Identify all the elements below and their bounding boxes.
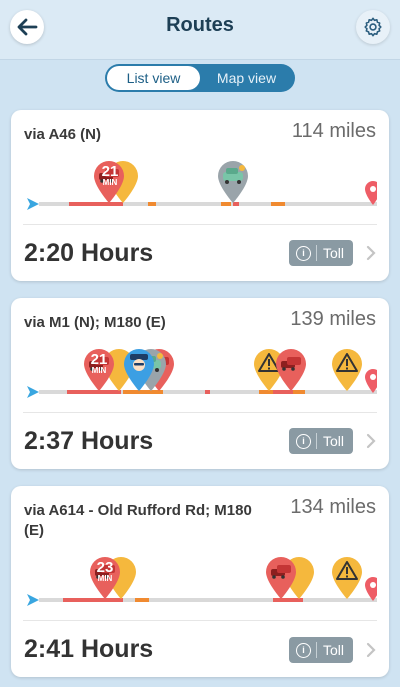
delay-badge: 21 MIN xyxy=(82,352,116,375)
chevron-right-icon xyxy=(363,244,379,262)
route-card-3[interactable]: via A614 - Old Rufford Rd; M180 (E) 134 … xyxy=(11,486,389,677)
route-card-2[interactable]: via M1 (N); M180 (E) 139 miles 21 MIN 2:… xyxy=(11,298,389,469)
route-via: via A46 (N) xyxy=(24,126,101,143)
destination-marker xyxy=(365,181,377,205)
route-distance: 139 miles xyxy=(290,308,376,330)
divider xyxy=(23,412,377,413)
toll-separator xyxy=(316,245,317,261)
start-marker xyxy=(27,198,39,210)
toll-separator xyxy=(316,433,317,449)
delay-value: 23 xyxy=(96,559,114,576)
traffic-jam-pin xyxy=(266,557,296,599)
destination-marker xyxy=(365,369,377,393)
hazard-pin xyxy=(331,556,363,600)
header-bar: Routes xyxy=(0,0,400,60)
route-via: via A614 - Old Rufford Rd; M180 (E) xyxy=(24,502,252,539)
divider xyxy=(23,224,377,225)
route-timeline xyxy=(27,348,377,398)
gear-icon xyxy=(364,17,382,37)
delay-unit: MIN xyxy=(102,178,118,187)
toll-label: Toll xyxy=(323,433,345,449)
info-icon: i xyxy=(296,433,311,449)
info-icon: i xyxy=(296,642,311,658)
toll-label: Toll xyxy=(323,642,345,658)
start-marker xyxy=(27,386,39,398)
traffic-jam-pin xyxy=(276,349,306,391)
map-view-tab[interactable]: Map view xyxy=(200,66,293,90)
delay-value: 21 xyxy=(90,351,108,368)
toll-badge: i Toll xyxy=(289,637,353,663)
info-icon: i xyxy=(296,245,311,261)
delay-unit: MIN xyxy=(97,574,113,583)
toll-badge: i Toll xyxy=(289,240,353,266)
route-distance: 114 miles xyxy=(291,120,376,142)
route-card-1[interactable]: via A46 (N) 114 miles 21 MIN 2:20 Hours … xyxy=(11,110,389,281)
route-duration: 2:41 Hours xyxy=(24,635,154,663)
chevron-right-icon xyxy=(363,641,379,659)
view-toggle: List view Map view xyxy=(105,64,295,92)
divider xyxy=(23,620,377,621)
settings-button[interactable] xyxy=(356,10,390,44)
chevron-right-icon xyxy=(363,432,379,450)
toll-label: Toll xyxy=(323,245,345,261)
delay-badge: 23 MIN xyxy=(88,560,122,583)
delay-unit: MIN xyxy=(91,366,107,375)
route-timeline xyxy=(27,556,377,606)
delay-badge: 21 MIN xyxy=(93,164,127,187)
stopped-car-pin xyxy=(218,161,248,203)
list-view-tab[interactable]: List view xyxy=(107,66,200,90)
route-via: via M1 (N); M180 (E) xyxy=(24,314,166,331)
toll-badge: i Toll xyxy=(289,428,353,454)
page-title: Routes xyxy=(166,14,234,36)
destination-marker xyxy=(365,577,377,601)
route-duration: 2:37 Hours xyxy=(24,427,154,455)
delay-value: 21 xyxy=(101,163,119,180)
hazard-pin xyxy=(331,348,363,392)
toll-separator xyxy=(316,642,317,658)
route-duration: 2:20 Hours xyxy=(24,239,154,267)
start-marker xyxy=(27,594,39,606)
route-timeline xyxy=(27,161,377,210)
route-distance: 134 miles xyxy=(290,496,376,518)
